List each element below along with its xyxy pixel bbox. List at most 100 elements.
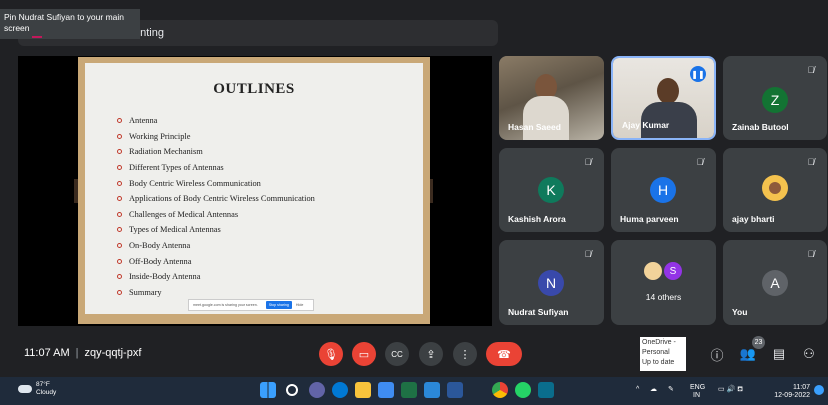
participant-tile-nudrat[interactable]: 🎙̸ N Nudrat Sufiyan [499, 240, 604, 325]
participant-name: Nudrat Sufiyan [508, 307, 569, 317]
list-item: Types of Medical Antennas [117, 222, 315, 238]
meeting-info: 11:07 AM | zqy-qqtj-pxf [24, 347, 142, 359]
chat-icon[interactable]: ▤ [768, 343, 790, 365]
slide-outline-list: Antenna Working Principle Radiation Mech… [117, 113, 315, 300]
pin-underline [32, 36, 42, 38]
activities-icon[interactable]: ⚇ [798, 343, 820, 365]
bullet-icon [117, 258, 122, 264]
list-item: Challenges of Medical Antennas [117, 207, 315, 223]
list-item: On-Body Antenna [117, 238, 315, 254]
whatsapp-icon[interactable] [515, 382, 531, 398]
mic-off-icon: 🎙̸ [584, 249, 592, 259]
bullet-icon [117, 227, 122, 233]
list-item: Applications of Body Centric Wireless Co… [117, 191, 315, 207]
list-item: Radiation Mechanism [117, 144, 315, 160]
onedrive-tooltip: OneDrive - Personal Up to date [640, 337, 686, 371]
participant-tile-kashish[interactable]: 🎙̸ K Kashish Arora [499, 148, 604, 232]
bullet-icon [117, 149, 122, 155]
participant-tile-ajay-bharti[interactable]: 🎙̸ ajay bharti [723, 148, 827, 232]
slide-title: OUTLINES [213, 81, 295, 97]
bullet-icon [117, 133, 122, 139]
list-item: Different Types of Antennas [117, 160, 315, 176]
bullet-icon [117, 165, 122, 171]
weather-temperature: 87°F [36, 381, 50, 388]
folder-icon[interactable] [355, 382, 371, 398]
others-label: 14 others [645, 292, 682, 302]
participant-tile-ajay-kumar[interactable]: ❚❚ Ajay Kumar [611, 56, 716, 140]
participant-tile-zainab[interactable]: 🎙̸ Z Zainab Butool [723, 56, 827, 140]
list-item: Inside-Body Antenna [117, 269, 315, 285]
onedrive-cloud-icon[interactable]: ☁ [650, 386, 657, 394]
info-icon[interactable]: ⓘ [706, 343, 728, 365]
list-item: Off-Body Antenna [117, 253, 315, 269]
list-item: Body Centric Wireless Communication [117, 175, 315, 191]
pen-icon[interactable] [378, 382, 394, 398]
pin-tooltip: Pin Nudrat Sufiyan to your main screen [0, 9, 140, 39]
weather-widget[interactable]: 87°F Cloudy [18, 381, 56, 397]
tray-chevron-icon[interactable]: ^ [636, 386, 639, 394]
bullet-icon [117, 211, 122, 217]
camera-off-icon[interactable]: ▭ [352, 342, 376, 366]
slide-frame: OUTLINES Antenna Working Principle Radia… [78, 57, 430, 324]
share-banner-text: meet.google.com is sharing your screen. [193, 303, 258, 307]
meet-window: enting Pin Nudrat Sufiyan to your main s… [0, 0, 828, 377]
pen-tray-icon[interactable]: ✎ [668, 386, 674, 394]
avatar: K [538, 177, 564, 203]
pin-tooltip-text: Pin Nudrat Sufiyan to your main screen [4, 12, 125, 33]
windows-start-icon[interactable] [260, 382, 276, 398]
word-icon[interactable] [447, 382, 463, 398]
hide-banner-button[interactable]: Hide [296, 303, 303, 307]
mic-off-icon: 🎙̸ [807, 157, 815, 167]
participant-tile-others[interactable]: S 14 others [611, 240, 716, 325]
avatar: N [538, 270, 564, 296]
bullet-icon [117, 196, 122, 202]
app-icon[interactable] [538, 382, 554, 398]
people-count-badge: 23 [752, 336, 765, 349]
meeting-time: 11:07 AM [24, 347, 70, 359]
search-icon[interactable] [286, 384, 298, 396]
chrome-icon[interactable] [492, 382, 508, 398]
mic-off-icon: 🎙̸ [807, 249, 815, 259]
teams-icon[interactable] [309, 382, 325, 398]
taskbar-clock[interactable]: 11:07 12-09-2022 [770, 384, 810, 400]
notes-icon[interactable] [424, 382, 440, 398]
skype-icon[interactable] [332, 382, 348, 398]
avatar [644, 262, 662, 280]
mic-off-icon: 🎙̸ [696, 157, 704, 167]
notification-icon[interactable] [814, 385, 824, 395]
excel-icon[interactable] [401, 382, 417, 398]
end-call-icon[interactable]: ☎ [486, 342, 522, 366]
language-indicator[interactable]: ENG IN [690, 384, 705, 400]
captions-icon[interactable]: CC [385, 342, 409, 366]
cloud-icon [18, 385, 32, 393]
list-item: Working Principle [117, 129, 315, 145]
mic-off-icon[interactable]: 🎙 [319, 342, 343, 366]
avatar: H [650, 177, 676, 203]
participant-tile-hasan[interactable]: Hasan Saeed [499, 56, 604, 140]
weather-condition: Cloudy [36, 389, 57, 396]
participant-name: Ajay Kumar [622, 120, 670, 130]
bullet-icon [117, 289, 122, 295]
avatar: Z [762, 87, 788, 113]
avatar [762, 175, 788, 201]
participant-name: ajay bharti [732, 214, 775, 224]
speaking-icon: ❚❚ [690, 66, 706, 82]
present-icon[interactable]: ⇪ [419, 342, 443, 366]
slide: OUTLINES Antenna Working Principle Radia… [85, 63, 423, 314]
avatar: S [664, 262, 682, 280]
stop-sharing-button[interactable]: Stop sharing [265, 301, 292, 309]
bullet-icon [117, 243, 122, 249]
bullet-icon [117, 274, 122, 280]
speaker-icon[interactable]: ▭ 🔊 ⛾ [718, 386, 743, 394]
more-icon[interactable]: ⋮ [453, 342, 477, 366]
screen-share-banner: meet.google.com is sharing your screen. … [188, 299, 314, 311]
participant-tile-you[interactable]: 🎙̸ A You [723, 240, 827, 325]
avatar: A [762, 270, 788, 296]
list-item: Summary [117, 285, 315, 301]
bullet-icon [117, 180, 122, 186]
taskbar: 87°F Cloudy ^ ☁ ✎ ENG IN ▭ 🔊 ⛾ 11:07 12-… [0, 377, 828, 405]
participant-name: Kashish Arora [508, 214, 566, 224]
participant-tile-huma[interactable]: 🎙̸ H Huma parveen [611, 148, 716, 232]
participant-name: You [732, 307, 748, 317]
mic-off-icon: 🎙̸ [807, 65, 815, 75]
